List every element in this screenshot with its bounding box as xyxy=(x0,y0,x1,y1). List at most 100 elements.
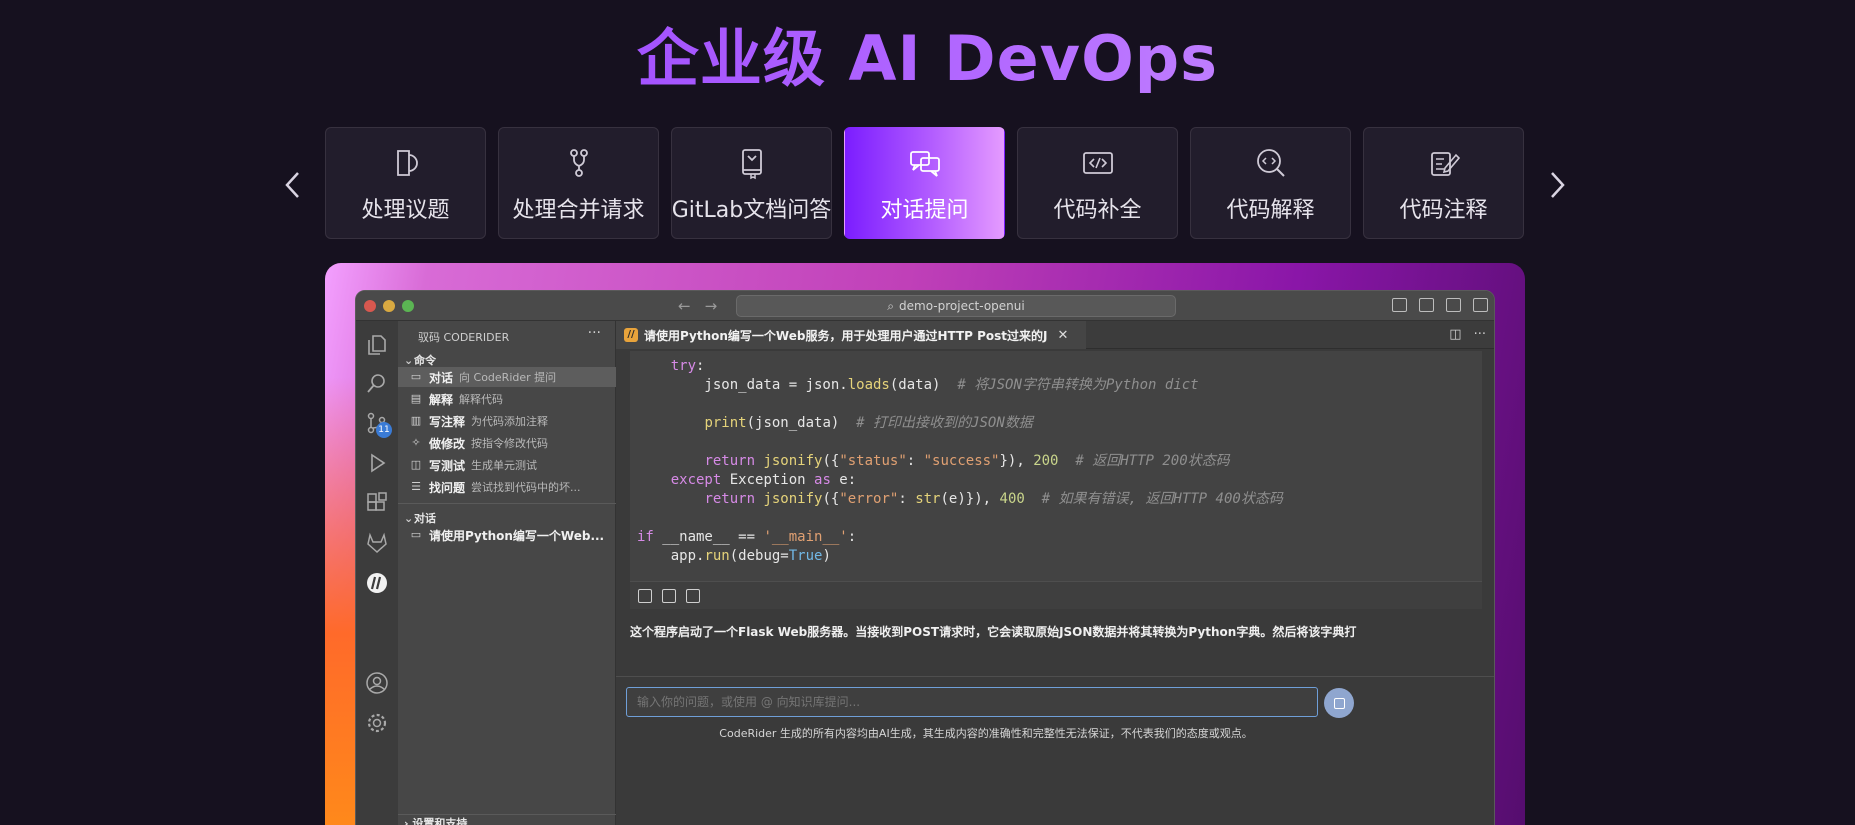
close-icon[interactable]: ✕ xyxy=(1058,328,1069,343)
doc-icon: ▤ xyxy=(410,392,422,405)
commands-section-toggle[interactable]: ⌄命令 xyxy=(404,352,436,368)
command-desc: 生成单元测试 xyxy=(471,459,538,472)
toggle-secondary-sidebar-icon[interactable] xyxy=(1446,298,1461,312)
tab-label: 处理合并请求 xyxy=(512,198,645,223)
tab-code-completion[interactable]: 代码补全 xyxy=(1017,127,1178,239)
section-divider xyxy=(398,503,616,504)
gear-icon[interactable] xyxy=(365,711,389,735)
command-explain[interactable]: ▤ 解释 解释代码 xyxy=(398,389,616,409)
search-text: demo-project-openui xyxy=(899,299,1025,313)
tab-label: 对话提问 xyxy=(880,198,969,223)
tab-label: GitLab文档问答 xyxy=(671,198,832,223)
command-edit[interactable]: ✧ 做修改 按指令修改代码 xyxy=(398,433,616,453)
toggle-sidebar-icon[interactable] xyxy=(1392,298,1407,312)
command-chat[interactable]: ▭ 对话 向 CodeRider 提问 xyxy=(398,367,616,387)
conversation-item[interactable]: ▭ 请使用Python编写一个Web... xyxy=(398,525,616,545)
command-desc: 尝试找到代码中的坏... xyxy=(471,481,581,494)
command-find-issue[interactable]: ☰ 找问题 尝试找到代码中的坏... xyxy=(398,477,616,497)
activity-bar: 11 xyxy=(356,321,398,825)
tab-chat[interactable]: 对话提问 xyxy=(844,127,1005,239)
forward-arrow-icon[interactable]: → xyxy=(705,297,718,315)
conversation-label: 请使用Python编写一个Web... xyxy=(429,528,605,543)
stop-icon xyxy=(1333,697,1345,709)
run-debug-icon[interactable] xyxy=(365,451,389,475)
command-name: 写测试 xyxy=(429,458,466,473)
maximize-window-button[interactable] xyxy=(402,300,414,312)
insert-code-icon[interactable] xyxy=(662,588,676,603)
feature-tabs: 处理议题 处理合并请求 GitLab文档问答 对话提问 代码补全 代码解释 代码… xyxy=(325,127,1524,239)
title-bar: ← → ⌕ demo-project-openui xyxy=(356,291,1494,321)
editor-tab-bar: // 请使用Python编写一个Web服务，用于处理用户通过HTTP Post过… xyxy=(616,321,1494,349)
tab-docs-qa[interactable]: GitLab文档问答 xyxy=(671,127,832,239)
coderider-sidebar: 驭码 CODERIDER ··· ⌄命令 ▭ 对话 向 CodeRider 提问… xyxy=(398,321,616,825)
footer-label: 设置和支持 xyxy=(412,817,468,825)
coderider-icon[interactable] xyxy=(365,571,389,595)
customize-layout-icon[interactable] xyxy=(1473,298,1488,312)
back-arrow-icon[interactable]: ← xyxy=(678,297,691,315)
window-controls xyxy=(364,300,414,312)
editor-tab-title: 请使用Python编写一个Web服务，用于处理用户通过HTTP Post过来的J xyxy=(644,328,1048,343)
issue-icon xyxy=(389,146,423,180)
code-content: try: json_data = json.loads(data) # 将JSO… xyxy=(637,358,1283,564)
search-icon: ⌕ xyxy=(887,298,895,313)
command-desc: 向 CodeRider 提问 xyxy=(459,371,557,384)
extensions-icon[interactable] xyxy=(365,491,389,515)
layout-controls xyxy=(1392,298,1488,312)
search-icon[interactable] xyxy=(365,371,389,395)
editor-actions: ◫ ··· xyxy=(1449,327,1486,342)
code-search-icon xyxy=(1254,146,1288,180)
explorer-icon[interactable] xyxy=(365,333,389,357)
command-name: 写注释 xyxy=(429,414,466,429)
split-editor-icon[interactable]: ◫ xyxy=(1449,327,1461,342)
copy-icon[interactable] xyxy=(638,588,652,603)
more-actions-icon[interactable]: ··· xyxy=(1474,327,1486,342)
settings-support-toggle[interactable]: › 设置和支持 xyxy=(398,814,616,825)
command-desc: 解释代码 xyxy=(459,393,504,406)
toggle-panel-icon[interactable] xyxy=(1419,298,1434,312)
send-button[interactable] xyxy=(1324,688,1354,718)
conversations-section-toggle[interactable]: ⌄对话 xyxy=(404,510,436,526)
chat-editor: // 请使用Python编写一个Web服务，用于处理用户通过HTTP Post过… xyxy=(616,321,1494,825)
chat-bubble-icon: ▭ xyxy=(410,528,422,541)
showcase-panel: ← → ⌕ demo-project-openui 11 驭码 CODERIDE… xyxy=(325,263,1525,825)
source-control-badge: 11 xyxy=(376,422,392,438)
new-file-icon[interactable] xyxy=(686,588,700,603)
code-block: try: json_data = json.loads(data) # 将JSO… xyxy=(630,351,1482,581)
code-actions-bar xyxy=(630,581,1482,609)
minimize-window-button[interactable] xyxy=(383,300,395,312)
page-title: 企业级 AI DevOps xyxy=(0,8,1855,98)
command-test[interactable]: ◫ 写测试 生成单元测试 xyxy=(398,455,616,475)
merge-request-icon xyxy=(562,146,596,180)
list-icon: ☰ xyxy=(411,480,421,493)
tab-label: 处理议题 xyxy=(361,198,450,223)
command-name: 对话 xyxy=(429,370,454,385)
tab-label: 代码解释 xyxy=(1226,198,1315,223)
command-name: 解释 xyxy=(429,392,454,407)
tab-code-explain[interactable]: 代码解释 xyxy=(1190,127,1351,239)
section-title: 命令 xyxy=(414,354,436,367)
chat-input-area: CodeRider 生成的所有内容均由AI生成，其生成内容的准确性和完整性无法保… xyxy=(616,676,1494,825)
more-actions-icon[interactable]: ··· xyxy=(588,325,601,341)
tab-label: 代码补全 xyxy=(1053,198,1142,223)
account-icon[interactable] xyxy=(365,671,389,695)
chevron-down-icon: ⌄ xyxy=(404,354,414,367)
command-center-search[interactable]: ⌕ demo-project-openui xyxy=(736,295,1176,317)
chat-icon xyxy=(908,146,942,180)
gitlab-icon[interactable] xyxy=(365,531,389,555)
chat-input[interactable] xyxy=(626,687,1318,717)
chevron-right-icon[interactable] xyxy=(1542,165,1572,205)
comment-icon: ▥ xyxy=(410,414,422,427)
tab-merge-requests[interactable]: 处理合并请求 xyxy=(498,127,659,239)
ai-disclaimer: CodeRider 生成的所有内容均由AI生成，其生成内容的准确性和完整性无法保… xyxy=(719,727,1253,740)
editor-tab[interactable]: // 请使用Python编写一个Web服务，用于处理用户通过HTTP Post过… xyxy=(616,321,1086,349)
code-icon xyxy=(1081,146,1115,180)
code-comment-icon xyxy=(1427,146,1461,180)
tab-code-comment[interactable]: 代码注释 xyxy=(1363,127,1524,239)
tab-issues[interactable]: 处理议题 xyxy=(325,127,486,239)
command-comment[interactable]: ▥ 写注释 为代码添加注释 xyxy=(398,411,616,431)
answer-text: 这个程序启动了一个Flask Web服务器。当接收到POST请求时，它会读取原始… xyxy=(630,625,1357,639)
cube-icon: ◫ xyxy=(410,458,422,471)
sidebar-header: 驭码 CODERIDER xyxy=(418,331,510,344)
close-window-button[interactable] xyxy=(364,300,376,312)
chevron-left-icon[interactable] xyxy=(278,165,308,205)
